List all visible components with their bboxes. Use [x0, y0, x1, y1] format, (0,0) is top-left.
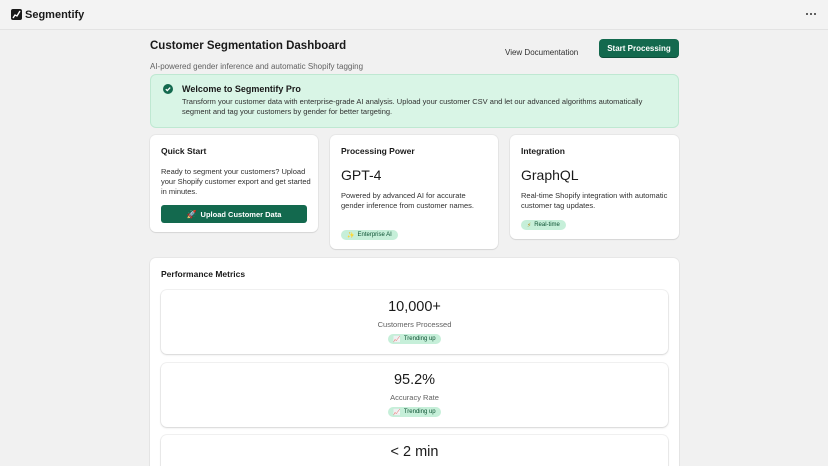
metric-processing-time: < 2 min — [161, 435, 668, 466]
welcome-banner: Welcome to Segmentify Pro Transform your… — [150, 74, 679, 128]
real-time-badge-label: Real-time — [534, 222, 560, 228]
chart-increasing-icon: 📈 — [393, 409, 401, 416]
trending-up-badge: 📈 Trending up — [388, 407, 441, 417]
integration-text: Real-time Shopify integration with autom… — [521, 191, 668, 210]
view-documentation-button[interactable]: View Documentation — [499, 44, 584, 61]
lightning-icon: ⚡ — [527, 222, 532, 229]
chart-increasing-icon: 📈 — [393, 336, 401, 343]
metric-value: 10,000+ — [388, 299, 441, 315]
metric-label: Accuracy Rate — [390, 393, 439, 402]
page-subtitle: AI-powered gender inference and automati… — [150, 62, 364, 71]
real-time-badge: ⚡ Real-time — [521, 220, 566, 230]
app-name: Segmentify — [25, 8, 85, 21]
metric-value: < 2 min — [390, 444, 439, 460]
trending-up-label: Trending up — [403, 336, 436, 342]
enterprise-ai-badge: ✨ Enterprise AI — [341, 230, 398, 240]
performance-metrics-card: Performance Metrics 10,000+ Customers Pr… — [150, 258, 679, 466]
check-circle-icon — [163, 84, 173, 94]
more-actions-icon[interactable] — [804, 7, 818, 21]
upload-button-label: Upload Customer Data — [200, 209, 282, 219]
processing-power-value: GPT-4 — [341, 167, 382, 183]
trending-up-badge: 📈 Trending up — [388, 334, 441, 344]
banner-text: Transform your customer data with enterp… — [182, 97, 643, 116]
metric-customers-processed: 10,000+ Customers Processed 📈 Trending u… — [161, 290, 668, 354]
metric-value: 95.2% — [393, 372, 436, 388]
quick-start-card: Quick Start Ready to segment your custom… — [150, 135, 318, 232]
sparkles-icon: ✨ — [347, 232, 355, 239]
app-topbar: Segmentify — [0, 0, 828, 30]
app-logo-icon — [11, 9, 22, 20]
upload-customer-data-button[interactable]: 🚀 Upload Customer Data — [161, 205, 307, 223]
banner-title: Welcome to Segmentify Pro — [182, 84, 301, 94]
start-processing-button[interactable]: Start Processing — [599, 39, 679, 58]
enterprise-ai-badge-label: Enterprise AI — [357, 232, 392, 238]
performance-metrics-title: Performance Metrics — [161, 269, 246, 279]
integration-title: Integration — [521, 146, 565, 156]
processing-power-card: Processing Power GPT-4 Powered by advanc… — [330, 135, 498, 249]
metric-label: Customers Processed — [377, 320, 452, 329]
rocket-icon: 🚀 — [186, 209, 197, 219]
integration-value: GraphQL — [521, 167, 579, 183]
page-header: Customer Segmentation Dashboard AI-power… — [150, 39, 679, 71]
quick-start-text: Ready to segment your customers? Upload … — [161, 167, 311, 196]
trending-up-label: Trending up — [403, 409, 436, 415]
page-title: Customer Segmentation Dashboard — [150, 40, 347, 52]
processing-power-text: Powered by advanced AI for accurate gend… — [341, 191, 474, 210]
integration-card: Integration GraphQL Real-time Shopify in… — [510, 135, 679, 239]
metric-accuracy-rate: 95.2% Accuracy Rate 📈 Trending up — [161, 363, 668, 427]
quick-start-title: Quick Start — [161, 146, 207, 156]
processing-power-title: Processing Power — [341, 146, 415, 156]
